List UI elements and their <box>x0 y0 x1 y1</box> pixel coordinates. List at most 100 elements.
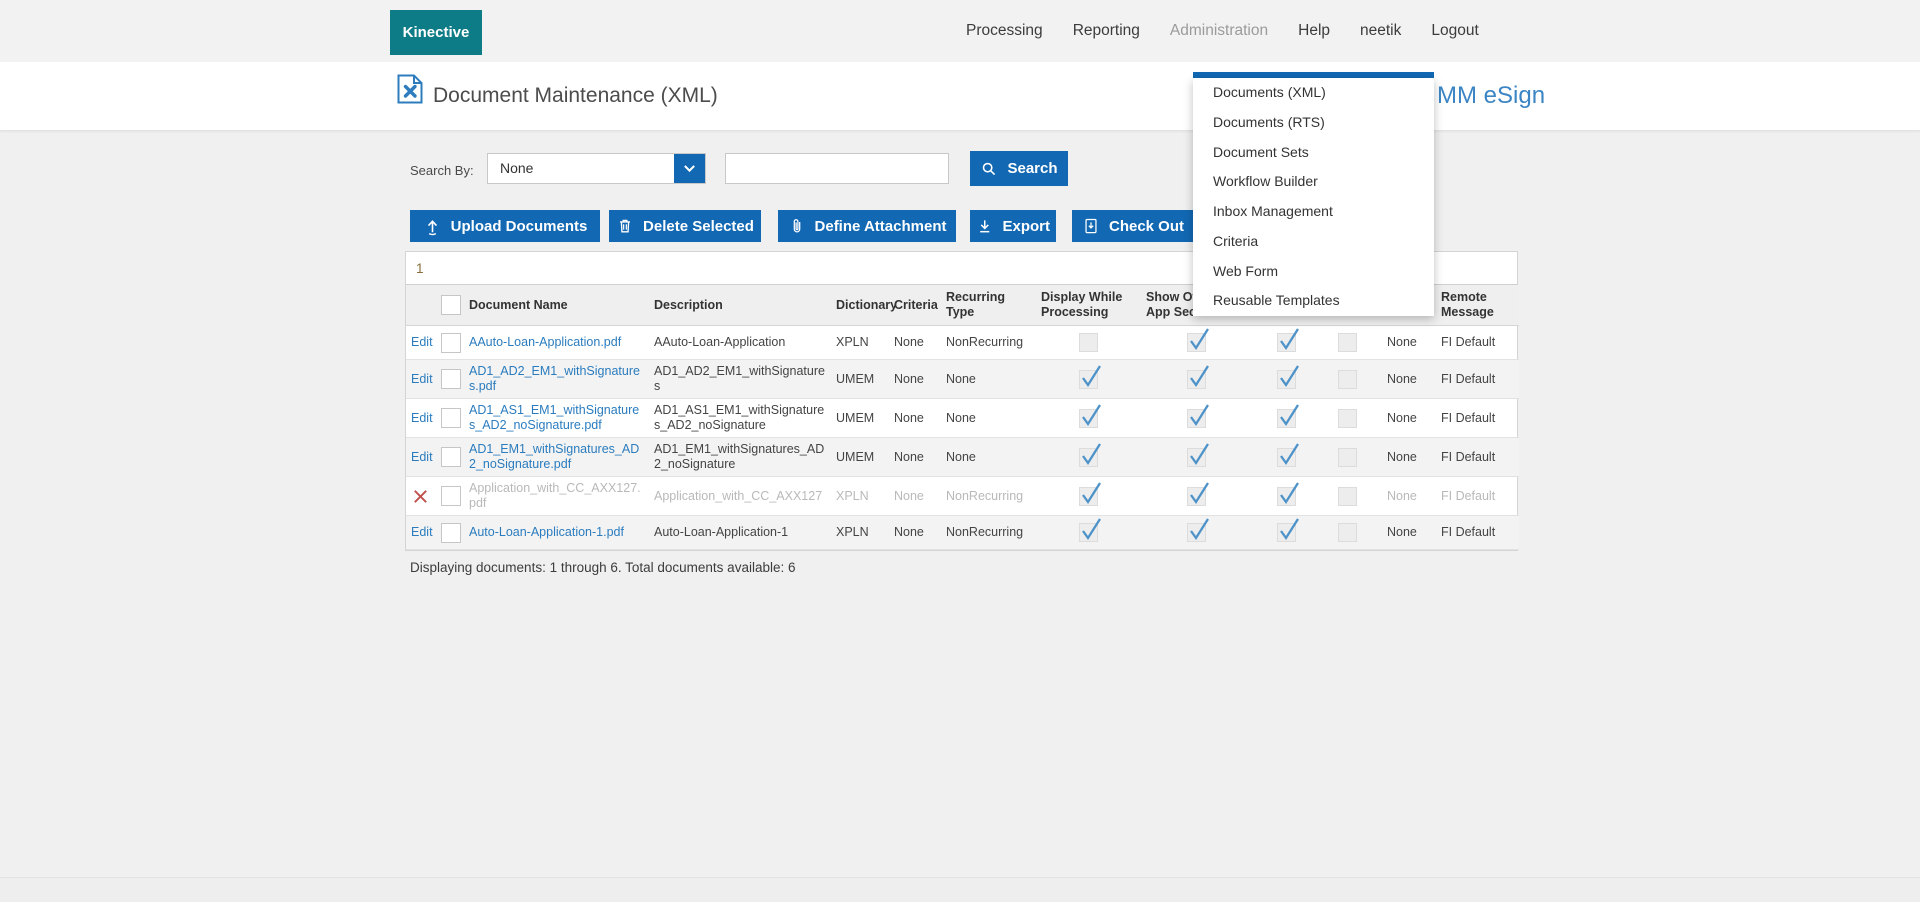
row-select-cell <box>436 516 464 550</box>
hidden-column-2-checkbox[interactable] <box>1338 487 1357 506</box>
row-select-checkbox[interactable] <box>441 369 461 389</box>
document-name-link[interactable]: AD1_EM1_withSignatures_AD2_noSignature.p… <box>469 442 639 471</box>
row-select-checkbox[interactable] <box>441 447 461 467</box>
edit-link[interactable]: Edit <box>411 411 433 425</box>
check-icon <box>1187 516 1211 542</box>
hidden-column-2-checkbox[interactable] <box>1338 333 1357 352</box>
edit-link[interactable]: Edit <box>411 335 433 349</box>
document-name-link[interactable]: Auto-Loan-Application-1.pdf <box>469 525 624 539</box>
recurring-type-cell: None <box>941 399 1036 438</box>
hidden-none-cell: None <box>1373 516 1436 550</box>
check-icon <box>1277 441 1301 467</box>
row-select-checkbox[interactable] <box>441 523 461 543</box>
documents-summary: Displaying documents: 1 through 6. Total… <box>410 560 795 575</box>
menu-item-document-sets[interactable]: Document Sets <box>1193 138 1434 168</box>
define-attachment-button[interactable]: Define Attachment <box>778 210 956 242</box>
document-name-link[interactable]: AAuto-Loan-Application.pdf <box>469 335 621 349</box>
nav-item-user[interactable]: neetik <box>1360 22 1401 40</box>
cancel-checkout-x-icon[interactable] <box>411 487 430 506</box>
edit-link[interactable]: Edit <box>411 525 433 539</box>
menu-item-criteria[interactable]: Criteria <box>1193 227 1434 257</box>
hidden-column-2-cell <box>1321 438 1373 477</box>
hidden-column-1-cell <box>1251 438 1321 477</box>
document-name-link[interactable]: Application_with_CC_AXX127.pdf <box>469 481 641 510</box>
hidden-column-1-checkbox[interactable] <box>1277 448 1296 467</box>
pagination-page-1[interactable]: 1 <box>416 261 424 276</box>
check-icon <box>1277 480 1301 506</box>
row-select-checkbox[interactable] <box>441 333 461 353</box>
nav-item-reporting[interactable]: Reporting <box>1073 22 1140 40</box>
delete-selected-button[interactable]: Delete Selected <box>609 210 761 242</box>
hidden-column-2-checkbox[interactable] <box>1338 448 1357 467</box>
nav-item-processing[interactable]: Processing <box>966 22 1043 40</box>
display-while-processing-checkbox[interactable] <box>1079 487 1098 506</box>
table-row: Edit AD1_EM1_withSignatures_AD2_noSignatu… <box>406 438 1519 477</box>
display-while-processing-checkbox[interactable] <box>1079 448 1098 467</box>
export-label: Export <box>1002 218 1050 235</box>
document-name-link[interactable]: AD1_AS1_EM1_withSignatures_AD2_noSignatu… <box>469 403 639 432</box>
document-tools-icon <box>397 74 423 104</box>
edit-link[interactable]: Edit <box>411 372 433 386</box>
display-while-processing-checkbox[interactable] <box>1079 409 1098 428</box>
select-dropdown-button[interactable] <box>674 154 705 183</box>
menu-item-web-form[interactable]: Web Form <box>1193 257 1434 287</box>
dictionary-cell: UMEM <box>831 360 889 399</box>
remote-message-cell: FI Default <box>1436 516 1519 550</box>
display-while-processing-checkbox[interactable] <box>1079 523 1098 542</box>
hidden-column-1-cell <box>1251 360 1321 399</box>
display-while-processing-checkbox[interactable] <box>1079 370 1098 389</box>
menu-item-workflow-builder[interactable]: Workflow Builder <box>1193 167 1434 197</box>
hidden-column-1-checkbox[interactable] <box>1277 487 1296 506</box>
hidden-none-cell: None <box>1373 360 1436 399</box>
checkout-document-icon <box>1082 217 1100 235</box>
hidden-column-2-checkbox[interactable] <box>1338 370 1357 389</box>
select-all-checkbox[interactable] <box>441 295 461 315</box>
show-other-checkbox[interactable] <box>1187 370 1206 389</box>
menu-item-documents-rts[interactable]: Documents (RTS) <box>1193 108 1434 138</box>
search-input[interactable] <box>725 153 949 184</box>
hidden-column-1-checkbox[interactable] <box>1277 333 1296 352</box>
hidden-column-1-checkbox[interactable] <box>1277 370 1296 389</box>
remote-message-cell: FI Default <box>1436 326 1519 360</box>
bottom-strip <box>0 877 1920 902</box>
description-cell: AD1_AS1_EM1_withSignatures_AD2_noSignatu… <box>649 399 831 438</box>
edit-link[interactable]: Edit <box>411 450 433 464</box>
show-other-checkbox[interactable] <box>1187 487 1206 506</box>
recurring-type-cell: None <box>941 360 1036 399</box>
show-other-checkbox[interactable] <box>1187 409 1206 428</box>
hidden-column-1-checkbox[interactable] <box>1277 523 1296 542</box>
search-by-select[interactable]: None <box>487 153 706 184</box>
row-select-checkbox[interactable] <box>441 408 461 428</box>
document-name-link[interactable]: AD1_AD2_EM1_withSignatures.pdf <box>469 364 640 393</box>
show-other-checkbox[interactable] <box>1187 523 1206 542</box>
hidden-column-2-checkbox[interactable] <box>1338 523 1357 542</box>
hidden-column-1-checkbox[interactable] <box>1277 409 1296 428</box>
header-criteria: Criteria <box>889 285 941 326</box>
kinective-logo[interactable]: Kinective <box>390 10 482 55</box>
menu-item-inbox-management[interactable]: Inbox Management <box>1193 197 1434 227</box>
search-by-selected-value: None <box>500 154 533 183</box>
menu-item-reusable-templates[interactable]: Reusable Templates <box>1193 286 1434 316</box>
nav-item-administration[interactable]: Administration <box>1170 22 1268 40</box>
check-out-button[interactable]: Check Out <box>1072 210 1194 242</box>
nav-item-logout[interactable]: Logout <box>1431 22 1478 40</box>
trash-icon <box>616 217 634 235</box>
menu-item-documents-xml[interactable]: Documents (XML) <box>1193 78 1434 108</box>
chevron-down-icon <box>681 160 698 177</box>
row-select-checkbox[interactable] <box>441 486 461 506</box>
search-button-label: Search <box>1007 160 1057 177</box>
display-while-processing-checkbox[interactable] <box>1079 333 1098 352</box>
show-other-checkbox[interactable] <box>1187 448 1206 467</box>
recurring-type-cell: NonRecurring <box>941 477 1036 516</box>
table-row: Edit AD1_AS1_EM1_withSignatures_AD2_noSig… <box>406 399 1519 438</box>
page-title: Document Maintenance (XML) <box>433 62 718 130</box>
hidden-column-2-checkbox[interactable] <box>1338 409 1357 428</box>
description-cell: AD1_EM1_withSignatures_AD2_noSignature <box>649 438 831 477</box>
admin-dropdown-menu: Documents (XML) Documents (RTS) Document… <box>1193 78 1434 316</box>
search-icon <box>980 160 998 178</box>
show-other-checkbox[interactable] <box>1187 333 1206 352</box>
search-button[interactable]: Search <box>970 151 1068 186</box>
upload-documents-button[interactable]: Upload Documents <box>410 210 600 242</box>
export-button[interactable]: Export <box>970 210 1056 242</box>
nav-item-help[interactable]: Help <box>1298 22 1330 40</box>
